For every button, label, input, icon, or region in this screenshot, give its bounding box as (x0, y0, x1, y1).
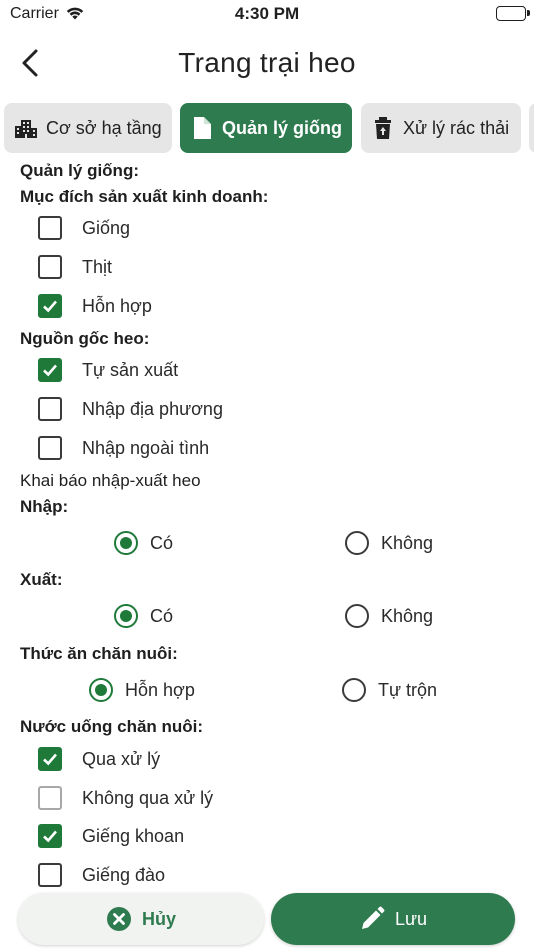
radio-button[interactable] (345, 531, 369, 555)
purpose-title: Mục đích sản xuất kinh doanh: (20, 187, 269, 206)
water-option-drilled-well[interactable]: Giếng khoan (38, 822, 184, 850)
import-option-no[interactable]: Không (345, 529, 433, 557)
checkbox[interactable] (38, 255, 62, 279)
checkbox[interactable] (38, 824, 62, 848)
document-icon (190, 116, 214, 140)
radio-label: Có (150, 532, 174, 553)
checkbox-label: Thịt (82, 256, 113, 277)
export-option-no[interactable]: Không (345, 602, 433, 630)
trash-icon (371, 116, 395, 140)
radio-button[interactable] (114, 531, 138, 555)
checkbox[interactable] (38, 747, 62, 771)
navigation-header: Trang trại heo (0, 38, 534, 90)
pencil-icon (359, 906, 385, 932)
tab-label: Cơ sở hạ tầng (46, 117, 162, 138)
checkbox-label: Giống (82, 217, 131, 238)
checkbox[interactable] (38, 397, 62, 421)
import-title: Nhập: (20, 497, 69, 516)
tab-infrastructure[interactable]: Cơ sở hạ tầng (4, 103, 172, 153)
checkbox-label: Hỗn hợp (82, 295, 152, 316)
page-title: Trang trại heo (178, 47, 356, 78)
water-option-treated[interactable]: Qua xử lý (38, 745, 160, 773)
radio-label: Không (381, 605, 434, 626)
checkmark-icon (43, 830, 57, 843)
battery-icon (496, 6, 526, 21)
feed-option-self-mixed[interactable]: Tự trộn (342, 676, 437, 704)
radio-label: Có (150, 605, 174, 626)
tab-breed-management[interactable]: Quản lý giống (180, 103, 352, 153)
checkbox-label: Tự sản xuất (82, 359, 179, 380)
radio-button[interactable] (89, 678, 113, 702)
radio-label: Hỗn hợp (125, 679, 195, 700)
tab-label: Quản lý giống (222, 117, 342, 138)
checkmark-icon (43, 753, 57, 766)
section-title: Quản lý giống: (20, 161, 139, 180)
origin-option-self-produced[interactable]: Tự sản xuất (38, 356, 178, 384)
tab-label: Xử lý rác thải (403, 117, 510, 138)
checkbox[interactable] (38, 786, 62, 810)
export-option-yes[interactable]: Có (114, 602, 173, 630)
feed-option-mixed[interactable]: Hỗn hợp (89, 676, 195, 704)
status-time: 4:30 PM (234, 4, 300, 23)
radio-button[interactable] (345, 604, 369, 628)
origin-option-local-import[interactable]: Nhập địa phương (38, 395, 223, 423)
status-bar: Carrier 4:30 PM (0, 0, 534, 30)
water-title: Nước uống chăn nuôi: (20, 717, 204, 736)
origin-option-external-import[interactable]: Nhập ngoài tình (38, 434, 209, 462)
building-icon (14, 116, 38, 140)
checkbox[interactable] (38, 294, 62, 318)
checkbox-label: Qua xử lý (82, 748, 161, 769)
radio-label: Tự trộn (378, 679, 438, 700)
save-label: Lưu (394, 908, 428, 929)
feed-title: Thức ăn chăn nuôi: (20, 644, 178, 663)
radio-button[interactable] (114, 604, 138, 628)
checkbox[interactable] (38, 216, 62, 240)
checkbox-label: Nhập địa phương (82, 398, 223, 419)
cancel-circle-icon (106, 906, 132, 932)
radio-button[interactable] (342, 678, 366, 702)
checkbox[interactable] (38, 863, 62, 887)
cancel-label: Hủy (141, 908, 176, 929)
declaration-title: Khai báo nhập-xuất heo (20, 471, 201, 490)
checkmark-icon (43, 364, 57, 377)
checkmark-icon (43, 300, 57, 313)
origin-title: Nguồn gốc heo: (20, 329, 150, 348)
checkbox-label: Giếng đào (82, 864, 166, 885)
checkbox[interactable] (38, 436, 62, 460)
purpose-option-mixed[interactable]: Hỗn hợp (38, 292, 152, 320)
save-button[interactable]: Lưu (271, 893, 515, 945)
water-option-dug-well[interactable]: Giếng đào (38, 861, 165, 889)
purpose-option-breed[interactable]: Giống (38, 214, 130, 242)
radio-label: Không (381, 532, 434, 553)
checkbox-label: Không qua xử lý (82, 787, 214, 808)
cancel-button[interactable]: Hủy (18, 893, 264, 945)
purpose-option-meat[interactable]: Thịt (38, 253, 112, 281)
checkbox-label: Nhập ngoài tình (82, 437, 210, 458)
tab-more[interactable] (529, 103, 534, 153)
export-title: Xuất: (20, 570, 63, 589)
tab-bar: Cơ sở hạ tầng Quản lý giống Xử lý rác th… (4, 103, 534, 153)
checkbox[interactable] (38, 358, 62, 382)
import-option-yes[interactable]: Có (114, 529, 173, 557)
checkbox-label: Giếng khoan (82, 825, 185, 846)
water-option-untreated[interactable]: Không qua xử lý (38, 784, 213, 812)
tab-waste-treatment[interactable]: Xử lý rác thải (361, 103, 521, 153)
